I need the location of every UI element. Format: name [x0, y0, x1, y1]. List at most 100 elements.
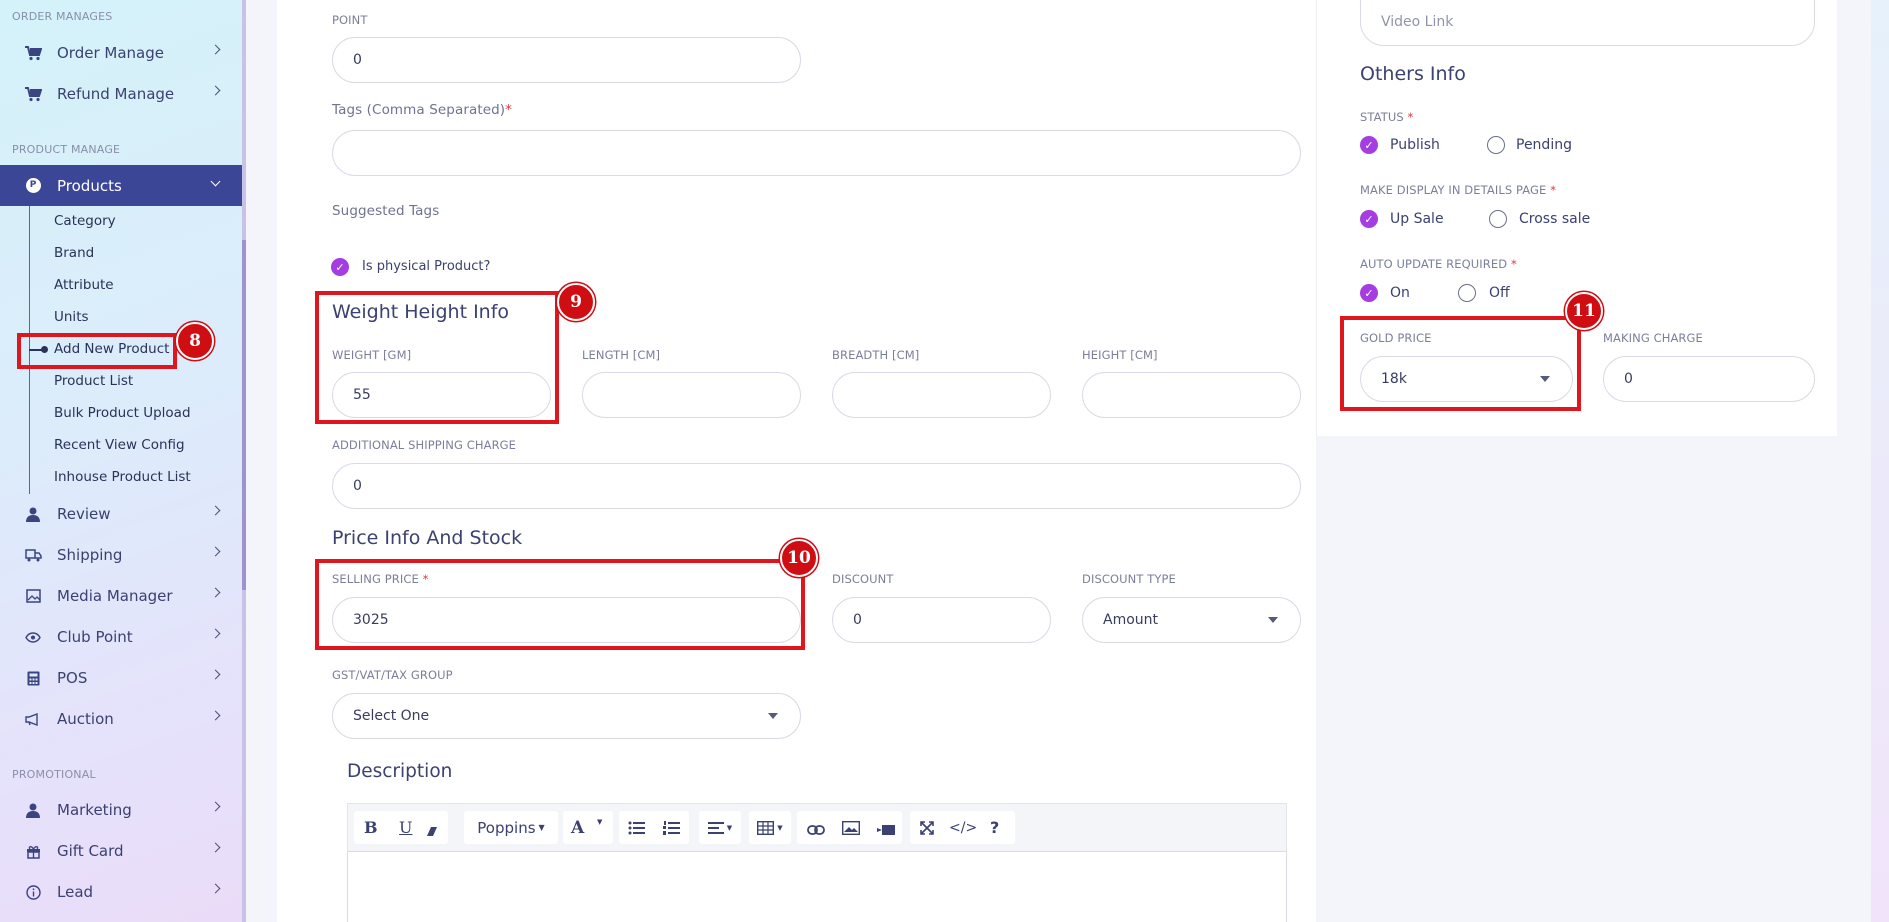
highlight-weight [315, 291, 559, 424]
products-icon: P [24, 177, 42, 193]
section-product-manage: PRODUCT MANAGE [12, 143, 121, 156]
sidebar-subitem-category[interactable]: Category [54, 213, 116, 229]
sidebar-item-marketing[interactable]: Marketing [0, 790, 242, 830]
auto-update-on-label: On [1390, 285, 1410, 301]
eye-icon [24, 629, 42, 645]
discount-input[interactable]: 0 [832, 597, 1051, 643]
auto-update-label: AUTO UPDATE REQUIRED * [1360, 257, 1517, 271]
chevron-right-icon [210, 85, 221, 96]
status-publish-radio[interactable]: ✓ [1360, 136, 1378, 154]
code-view-button[interactable]: </> [949, 820, 977, 836]
point-input[interactable]: 0 [332, 37, 801, 83]
sidebar-scrollbar-thumb[interactable] [242, 240, 246, 590]
sidebar-label: Order Manage [57, 44, 164, 62]
chevron-right-icon [210, 801, 221, 812]
font-color-button[interactable]: A ▼ [563, 811, 613, 844]
sidebar-item-lead[interactable]: Lead [0, 872, 242, 912]
description-heading: Description [347, 761, 453, 782]
auto-update-off-radio[interactable] [1458, 284, 1476, 302]
sidebar-item-media-manager[interactable]: Media Manager [0, 576, 242, 616]
suggested-tags-label: Suggested Tags [332, 203, 440, 219]
status-pending-radio[interactable] [1487, 136, 1505, 154]
gst-select[interactable]: Select One [332, 693, 801, 739]
bold-button[interactable]: B [364, 818, 378, 837]
sidebar-item-gift-card[interactable]: Gift Card [0, 831, 242, 871]
status-publish-label: Publish [1390, 137, 1440, 153]
unordered-list-icon[interactable] [628, 821, 645, 835]
cart-icon [24, 86, 42, 102]
sidebar-subitem-units[interactable]: Units [54, 309, 89, 325]
tags-input[interactable] [332, 130, 1301, 176]
auto-update-off-label: Off [1489, 285, 1510, 301]
sidebar-subitem-inhouse-product-list[interactable]: Inhouse Product List [54, 469, 191, 485]
status-pending-label: Pending [1516, 137, 1572, 153]
sidebar-label: Lead [57, 883, 94, 901]
sidebar-subitem-recent-view-config[interactable]: Recent View Config [54, 437, 185, 453]
annotation-badge-10: 10 [780, 539, 818, 577]
length-input[interactable] [582, 372, 801, 418]
video-icon[interactable] [877, 822, 895, 835]
cross-sale-radio[interactable] [1489, 210, 1507, 228]
caret-down-icon [768, 713, 778, 719]
up-sale-label: Up Sale [1390, 211, 1444, 227]
shipping-icon [24, 547, 42, 563]
gst-value: Select One [353, 708, 430, 724]
annotation-badge-8: 8 [176, 322, 214, 360]
status-label: STATUS * [1360, 110, 1414, 124]
fullscreen-icon[interactable] [920, 820, 934, 835]
cart-icon [24, 45, 42, 61]
sidebar-item-shipping[interactable]: Shipping [0, 535, 242, 575]
discount-label: DISCOUNT [832, 572, 894, 586]
description-editor-area[interactable] [347, 851, 1287, 922]
sidebar-subitem-product-list[interactable]: Product List [54, 373, 133, 389]
chevron-right-icon [210, 587, 221, 598]
sidebar-item-auction[interactable]: Auction [0, 699, 242, 739]
font-family-dropdown[interactable]: Poppins ▼ [464, 811, 558, 844]
height-input[interactable] [1082, 372, 1301, 418]
help-button[interactable]: ? [990, 818, 999, 837]
highlight-gold-price [1340, 316, 1581, 411]
sidebar-item-order-manage[interactable]: Order Manage [0, 33, 242, 73]
sidebar-item-pos[interactable]: POS [0, 658, 242, 698]
link-icon[interactable] [807, 822, 825, 835]
image-icon [24, 588, 42, 604]
sidebar-subitem-brand[interactable]: Brand [54, 245, 94, 261]
sidebar-subitem-bulk-upload[interactable]: Bulk Product Upload [54, 405, 191, 421]
sidebar-item-club-point[interactable]: Club Point [0, 617, 242, 657]
tags-label: Tags (Comma Separated)* [332, 102, 513, 118]
chevron-right-icon [210, 883, 221, 894]
video-link-input[interactable]: Video Link [1360, 0, 1815, 46]
page-scrollbar[interactable] [1871, 0, 1889, 922]
sidebar-label: Auction [57, 710, 114, 728]
table-dropdown[interactable]: ▼ [749, 811, 791, 844]
sidebar-subitem-attribute[interactable]: Attribute [54, 277, 114, 293]
shipping-charge-input[interactable]: 0 [332, 463, 1301, 509]
making-charge-input[interactable]: 0 [1603, 356, 1815, 402]
breadth-input[interactable] [832, 372, 1051, 418]
chevron-right-icon [210, 710, 221, 721]
underline-button[interactable]: U [399, 818, 412, 837]
image-icon[interactable] [841, 820, 861, 835]
sidebar-item-products[interactable]: P Products [0, 165, 242, 206]
gst-label: GST/VAT/TAX GROUP [332, 668, 453, 682]
sidebar-item-review[interactable]: Review [0, 494, 242, 534]
discount-type-select[interactable]: Amount [1082, 597, 1301, 643]
physical-product-checkbox[interactable]: ✓ [331, 258, 349, 276]
info-icon [24, 884, 42, 900]
insert-group [797, 811, 902, 844]
chevron-right-icon [210, 669, 221, 680]
style-group: B U [354, 811, 448, 844]
height-label: HEIGHT [CM] [1082, 348, 1158, 362]
sidebar-label: Media Manager [57, 587, 173, 605]
eraser-icon[interactable] [426, 823, 438, 836]
sidebar-item-refund-manage[interactable]: Refund Manage [0, 74, 242, 114]
highlight-add-new-product [17, 333, 177, 369]
align-dropdown[interactable]: ▼ [699, 811, 741, 844]
breadth-label: BREADTH [CM] [832, 348, 920, 362]
auto-update-on-radio[interactable]: ✓ [1360, 284, 1378, 302]
up-sale-radio[interactable]: ✓ [1360, 210, 1378, 228]
making-charge-label: MAKING CHARGE [1603, 331, 1703, 345]
caret-down-icon: ▼ [597, 818, 603, 826]
chevron-right-icon [210, 842, 221, 853]
ordered-list-icon[interactable] [663, 820, 680, 835]
